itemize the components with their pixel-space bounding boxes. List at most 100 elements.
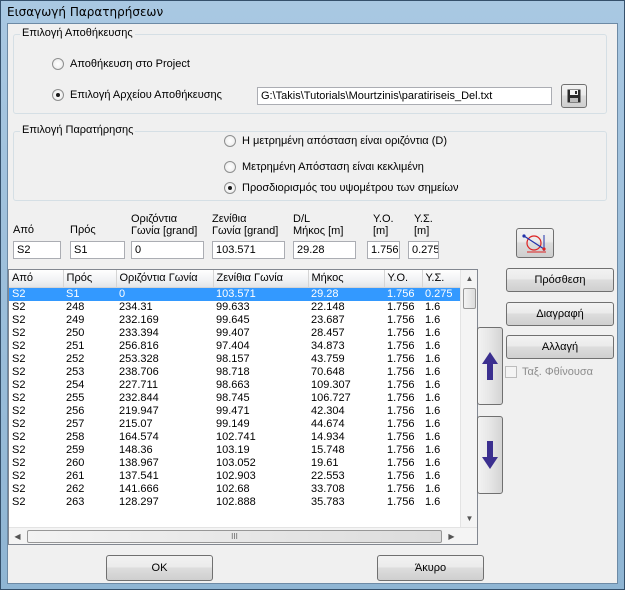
- scroll-down-icon[interactable]: ▼: [461, 510, 477, 527]
- table-row[interactable]: S2 251 256.816 97.404 34.873 1.756 1.6: [9, 340, 460, 353]
- hangle-input[interactable]: 0: [131, 241, 204, 259]
- cell-ys: 1.6: [425, 339, 441, 352]
- change-button[interactable]: Αλλαγή: [506, 335, 614, 359]
- cell-yo: 1.756: [387, 404, 415, 417]
- save-file-button[interactable]: [561, 84, 587, 108]
- cell-zenith: 102.68: [216, 482, 250, 495]
- table-row[interactable]: S2 259 148.36 103.19 15.748 1.756 1.6: [9, 444, 460, 457]
- ys-input[interactable]: 0.275: [408, 241, 439, 259]
- table-row[interactable]: S2 248 234.31 99.633 22.148 1.756 1.6: [9, 301, 460, 314]
- sort-descending-checkbox[interactable]: Ταξ. Φθίνουσα: [505, 366, 593, 378]
- radio-inclined-distance[interactable]: Μετρημένη Απόσταση είναι κεκλιμένη: [224, 161, 424, 173]
- cell-ys: 1.6: [425, 391, 441, 404]
- cell-yo: 1.756: [387, 430, 415, 443]
- cell-ys: 1.6: [425, 300, 441, 313]
- cell-to: 257: [66, 417, 85, 430]
- sort-descending-label: Ταξ. Φθίνουσα: [522, 366, 594, 378]
- column-header-from[interactable]: Από: [9, 270, 64, 288]
- table-row[interactable]: S2 S1 0 103.571 29.28 1.756 0.275: [9, 287, 460, 301]
- column-header-zenith[interactable]: Ζενίθια Γωνία: [213, 270, 309, 288]
- cell-zenith: 98.663: [216, 378, 250, 391]
- storage-group-label: Επιλογή Αποθήκευσης: [20, 27, 135, 39]
- cell-ys: 1.6: [425, 430, 441, 443]
- observations-table[interactable]: Από Πρός Οριζόντια Γωνία Ζενίθια Γωνία Μ…: [8, 269, 478, 545]
- column-header-to[interactable]: Πρός: [63, 270, 117, 288]
- cell-hangle: 0: [116, 287, 213, 301]
- dist-input[interactable]: 29.28: [293, 241, 356, 259]
- table-row[interactable]: S2 253 238.706 98.718 70.648 1.756 1.6: [9, 366, 460, 379]
- column-header-hangle[interactable]: Οριζόντια Γωνία: [116, 270, 214, 288]
- cell-to: 258: [66, 430, 85, 443]
- cell-yo: 1.756: [387, 456, 415, 469]
- horizontal-scroll-thumb[interactable]: III: [27, 530, 442, 543]
- cell-zenith: 103.052: [216, 456, 256, 469]
- cell-ys: 0.275: [422, 287, 460, 301]
- radio-heights[interactable]: Προσδιορισμός του υψομέτρου των σημείων: [224, 182, 459, 194]
- cell-length: 43.759: [311, 352, 345, 365]
- zenith-input[interactable]: 103.571: [212, 241, 285, 259]
- scroll-right-icon[interactable]: ▶: [443, 528, 460, 544]
- cell-length: 33.708: [311, 482, 345, 495]
- dist-label-2: Μήκος [m]: [293, 225, 344, 237]
- table-row[interactable]: S2 252 253.328 98.157 43.759 1.756 1.6: [9, 353, 460, 366]
- cell-ys: 1.6: [425, 482, 441, 495]
- table-row[interactable]: S2 250 233.394 99.407 28.457 1.756 1.6: [9, 327, 460, 340]
- ok-button[interactable]: OK: [106, 555, 213, 581]
- zenith-label-2: Γωνία [grand]: [212, 225, 279, 237]
- table-vertical-scrollbar[interactable]: ▲ ▼: [460, 270, 477, 527]
- radio-horizontal-distance[interactable]: Η μετρημένη απόσταση είναι οριζόντια (D): [224, 135, 447, 147]
- cell-length: 15.748: [311, 443, 345, 456]
- add-button[interactable]: Πρόσθεση: [506, 268, 614, 292]
- cell-yo: 1.756: [384, 287, 422, 301]
- cell-length: 29.28: [308, 287, 384, 301]
- to-label: Πρός: [70, 224, 96, 236]
- dist-label-1: D/L: [293, 213, 311, 225]
- cell-to: 253: [66, 365, 85, 378]
- cell-length: 23.687: [311, 313, 345, 326]
- table-row[interactable]: S2 257 215.07 99.149 44.674 1.756 1.6: [9, 418, 460, 431]
- from-input[interactable]: S2: [13, 241, 61, 259]
- table-row[interactable]: S2 261 137.541 102.903 22.553 1.756 1.6: [9, 470, 460, 483]
- radio-dot-project: [52, 58, 64, 70]
- height-diagram-button[interactable]: [516, 228, 554, 258]
- table-row[interactable]: S2 256 219.947 99.471 42.304 1.756 1.6: [9, 405, 460, 418]
- column-header-ys[interactable]: Υ.Σ.: [422, 270, 461, 288]
- table-row[interactable]: S2 255 232.844 98.745 106.727 1.756 1.6: [9, 392, 460, 405]
- column-header-length[interactable]: Μήκος: [308, 270, 385, 288]
- column-header-yo[interactable]: Υ.Ο.: [384, 270, 423, 288]
- dialog-client-area: Επιλογή Αποθήκευσης Αποθήκευση στο Proje…: [7, 23, 618, 584]
- cell-yo: 1.756: [387, 495, 415, 508]
- table-row[interactable]: S2 258 164.574 102.741 14.934 1.756 1.6: [9, 431, 460, 444]
- cell-hangle: 234.31: [119, 300, 153, 313]
- cell-ys: 1.6: [425, 469, 441, 482]
- cell-zenith: 99.407: [216, 326, 250, 339]
- table-row[interactable]: S2 254 227.711 98.663 109.307 1.756 1.6: [9, 379, 460, 392]
- cell-ys: 1.6: [425, 417, 441, 430]
- cell-from: S2: [12, 391, 26, 404]
- file-path-input[interactable]: G:\Takis\Tutorials\Mourtzinis\paratirise…: [257, 87, 552, 105]
- table-row[interactable]: S2 263 128.297 102.888 35.783 1.756 1.6: [9, 496, 460, 509]
- cell-yo: 1.756: [387, 417, 415, 430]
- window-title: Εισαγωγή Παρατηρήσεων: [7, 5, 164, 19]
- yo-input[interactable]: 1.756: [367, 241, 400, 259]
- table-row[interactable]: S2 249 232.169 99.645 23.687 1.756 1.6: [9, 314, 460, 327]
- cancel-button[interactable]: Άκυρο: [377, 555, 484, 581]
- table-row[interactable]: S2 262 141.666 102.68 33.708 1.756 1.6: [9, 483, 460, 496]
- radio-choose-file[interactable]: Επιλογή Αρχείου Αποθήκευσης: [52, 89, 222, 101]
- vertical-scroll-thumb[interactable]: [463, 288, 476, 309]
- to-input[interactable]: S1: [70, 241, 125, 259]
- table-horizontal-scrollbar[interactable]: ◀ III ▶: [9, 527, 477, 544]
- table-row[interactable]: S2 260 138.967 103.052 19.61 1.756 1.6: [9, 457, 460, 470]
- radio-dot-heights: [224, 182, 236, 194]
- move-down-button[interactable]: [477, 416, 503, 494]
- scroll-up-icon[interactable]: ▲: [461, 270, 477, 287]
- scroll-left-icon[interactable]: ◀: [9, 528, 26, 544]
- cell-hangle: 256.816: [119, 339, 159, 352]
- move-up-button[interactable]: [477, 327, 503, 405]
- delete-button[interactable]: Διαγραφή: [506, 302, 614, 326]
- cell-yo: 1.756: [387, 443, 415, 456]
- radio-save-to-project[interactable]: Αποθήκευση στο Project: [52, 58, 190, 70]
- cell-ys: 1.6: [425, 313, 441, 326]
- cell-yo: 1.756: [387, 313, 415, 326]
- cell-from: S2: [12, 313, 26, 326]
